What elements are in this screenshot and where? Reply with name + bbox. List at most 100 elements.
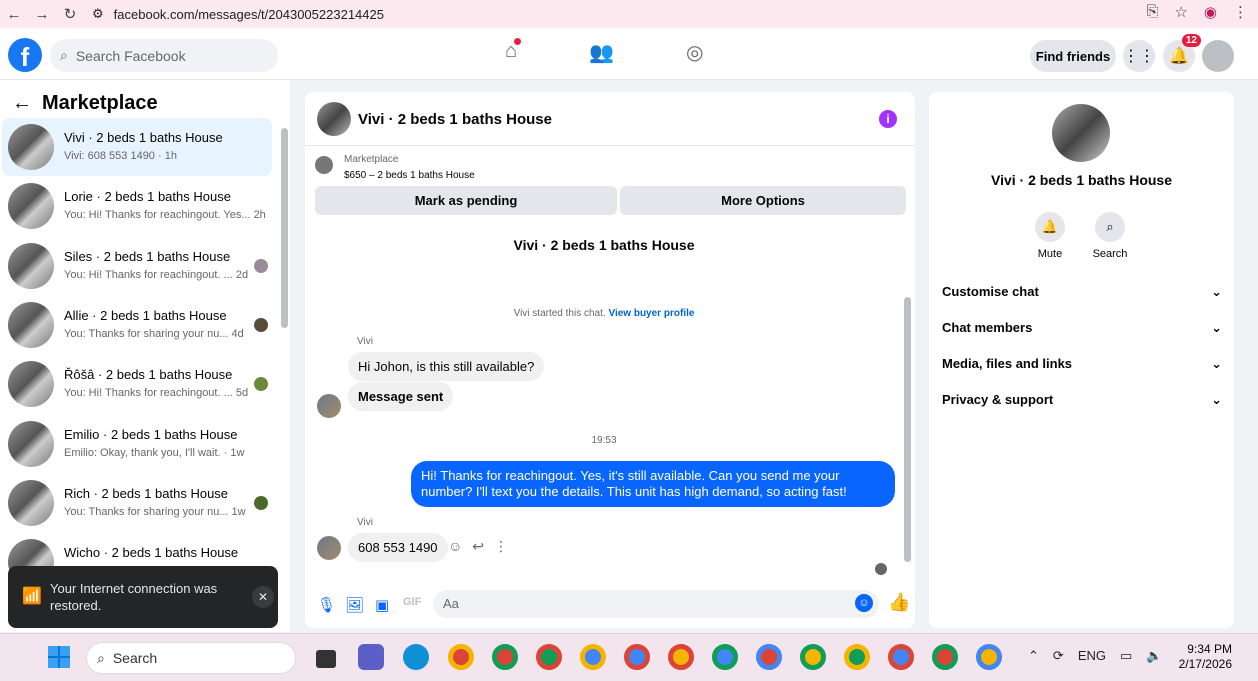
mute-label: Mute <box>1037 248 1063 260</box>
chat-title[interactable]: Vivi · 2 beds 1 baths House <box>358 111 552 128</box>
conversation-name: Rich · 2 beds 1 baths House <box>64 486 229 501</box>
chrome-icon[interactable] <box>932 644 958 670</box>
sticker-icon[interactable]: ▣ <box>375 596 389 614</box>
chrome-icon[interactable] <box>976 644 1002 670</box>
conversation-item[interactable]: Řôšâ · 2 beds 1 baths House You: Hi! Tha… <box>2 355 272 413</box>
conversation-item[interactable]: Vivi · 2 beds 1 baths House Vivi: 608 55… <box>2 118 272 176</box>
sender-avatar[interactable] <box>317 394 341 418</box>
info-icon[interactable]: i <box>879 110 897 128</box>
chat-members-section[interactable]: Chat members ⌄ <box>942 320 1222 336</box>
chrome-icon[interactable] <box>756 644 782 670</box>
chrome-icon[interactable] <box>668 644 694 670</box>
incoming-message: Message sent <box>348 382 454 411</box>
edge-icon[interactable] <box>403 644 429 670</box>
conversation-heading: Vivi · 2 beds 1 baths House <box>513 237 695 253</box>
profile-avatar[interactable] <box>1052 104 1110 162</box>
menu-icon[interactable]: ⋮ <box>1233 3 1248 21</box>
microphone-icon[interactable]: 🎙 <box>317 596 336 614</box>
message-timestamp: 19:53 <box>591 435 617 446</box>
conversation-list-scrollbar[interactable] <box>281 128 288 328</box>
chrome-icon[interactable] <box>536 644 562 670</box>
site-info-icon[interactable]: ⚙ <box>92 6 104 22</box>
chrome-icon[interactable] <box>844 644 870 670</box>
close-icon[interactable]: ✕ <box>252 586 274 608</box>
account-avatar[interactable] <box>1202 40 1234 72</box>
message-input[interactable]: Aa <box>433 590 879 618</box>
conversation-item[interactable]: Emilio · 2 beds 1 baths House Emilio: Ok… <box>2 415 272 473</box>
friends-icon[interactable]: 👥 <box>589 40 614 65</box>
notifications-bell-icon[interactable]: 🔔 12 <box>1163 34 1201 72</box>
chat-avatar[interactable] <box>317 102 351 136</box>
chrome-icon-active[interactable] <box>712 644 738 670</box>
more-options-button[interactable]: More Options <box>620 186 906 215</box>
chrome-icon[interactable] <box>448 644 474 670</box>
install-icon[interactable]: ⎘ <box>1146 3 1158 21</box>
bell-icon: 🔔 <box>1035 212 1065 242</box>
chrome-icon[interactable] <box>888 644 914 670</box>
browser-toolbar: ← → ↻ ⚙ facebook.com/messages/t/20430052… <box>0 0 1258 28</box>
task-view-icon[interactable] <box>316 650 336 668</box>
conversation-item[interactable]: Rich · 2 beds 1 baths House You: Thanks … <box>2 474 272 532</box>
chrome-icon[interactable] <box>492 644 518 670</box>
sync-icon[interactable]: ⟳ <box>1053 648 1064 664</box>
network-icon[interactable]: ▭ <box>1120 648 1132 664</box>
listing-thumbnail <box>8 480 54 526</box>
privacy-support-section[interactable]: Privacy & support ⌄ <box>942 392 1222 408</box>
react-icon[interactable]: ☺ <box>448 538 462 555</box>
conversation-name: Lorie · 2 beds 1 baths House <box>64 189 231 204</box>
participant-avatar <box>254 318 268 332</box>
sender-avatar[interactable] <box>317 536 341 560</box>
back-arrow-icon[interactable]: ← <box>12 92 32 115</box>
url-text: facebook.com/messages/t/2043005223214425 <box>113 6 384 22</box>
gif-icon[interactable]: GIF <box>403 596 421 608</box>
groups-icon[interactable]: ◎ <box>686 40 703 65</box>
mute-button[interactable]: 🔔 Mute <box>1020 212 1080 260</box>
taskbar-clock[interactable]: 9:34 PM 2/17/2026 <box>1172 642 1232 672</box>
chat-scrollbar[interactable] <box>904 297 911 562</box>
address-bar[interactable]: ⚙ facebook.com/messages/t/20430052232144… <box>92 2 1192 26</box>
language-indicator[interactable]: ENG <box>1078 648 1106 664</box>
volume-icon[interactable]: 🔈 <box>1146 648 1162 664</box>
chrome-icon[interactable] <box>624 644 650 670</box>
home-icon[interactable]: ⌂ <box>505 38 522 65</box>
view-buyer-profile-link[interactable]: View buyer profile <box>608 308 694 319</box>
chrome-icon[interactable] <box>800 644 826 670</box>
mark-as-pending-button[interactable]: Mark as pending <box>315 186 617 215</box>
listing-thumbnail <box>8 361 54 407</box>
conversation-name: Siles · 2 beds 1 baths House <box>64 249 231 264</box>
listing-thumbnail <box>8 421 54 467</box>
bookmark-star-icon[interactable]: ☆ <box>1174 3 1187 21</box>
reply-icon[interactable]: ↩ <box>472 538 484 555</box>
reload-icon[interactable]: ↻ <box>56 5 84 23</box>
facebook-logo-icon[interactable]: f <box>8 38 42 72</box>
thumbs-up-icon[interactable]: 👍 <box>888 592 910 613</box>
taskbar-search-box[interactable]: ⌕ Search <box>86 642 296 674</box>
back-icon[interactable]: ← <box>0 6 28 23</box>
listing-price: $650 – 2 beds 1 baths House <box>344 170 475 181</box>
marketplace-conversations-panel: ← Marketplace Vivi · 2 beds 1 baths Hous… <box>0 80 290 632</box>
search-facebook-input[interactable]: ⌕ Search Facebook <box>50 39 278 72</box>
sender-name: Vivi <box>357 517 373 528</box>
emoji-icon[interactable]: ☺ <box>855 594 873 612</box>
search-conversation-button[interactable]: ⌕ Search <box>1080 212 1140 260</box>
forward-icon[interactable]: → <box>28 6 56 23</box>
conversation-item[interactable]: Siles · 2 beds 1 baths House You: Hi! Th… <box>2 237 272 295</box>
participant-avatar <box>254 377 268 391</box>
listing-thumbnail <box>8 243 54 289</box>
find-friends-button[interactable]: Find friends <box>1030 40 1116 72</box>
windows-taskbar: ⌕ Search ⌃ ⟳ ENG ▭ 🔈 9:34 PM 2/17/2026 <box>0 633 1258 681</box>
teams-icon[interactable] <box>358 644 384 670</box>
windows-start-icon[interactable] <box>48 646 70 668</box>
menu-grid-icon[interactable]: ⋮⋮ <box>1123 40 1155 72</box>
photo-icon[interactable]: 🖼 <box>345 596 364 614</box>
customise-chat-section[interactable]: Customise chat ⌄ <box>942 284 1222 300</box>
more-icon[interactable]: ⋮ <box>494 538 508 555</box>
conversation-item[interactable]: Lorie · 2 beds 1 baths House You: Hi! Th… <box>2 177 272 235</box>
chrome-icon[interactable] <box>580 644 606 670</box>
conversation-item[interactable]: Allie · 2 beds 1 baths House You: Thanks… <box>2 296 272 354</box>
section-label: Chat members <box>942 320 1033 335</box>
conversation-snippet: You: Hi! Thanks for reachingout. Yes... … <box>64 209 266 221</box>
profile-icon[interactable]: ◉ <box>1204 3 1217 21</box>
media-files-links-section[interactable]: Media, files and links ⌄ <box>942 356 1222 372</box>
chevron-up-icon[interactable]: ⌃ <box>1028 648 1039 664</box>
